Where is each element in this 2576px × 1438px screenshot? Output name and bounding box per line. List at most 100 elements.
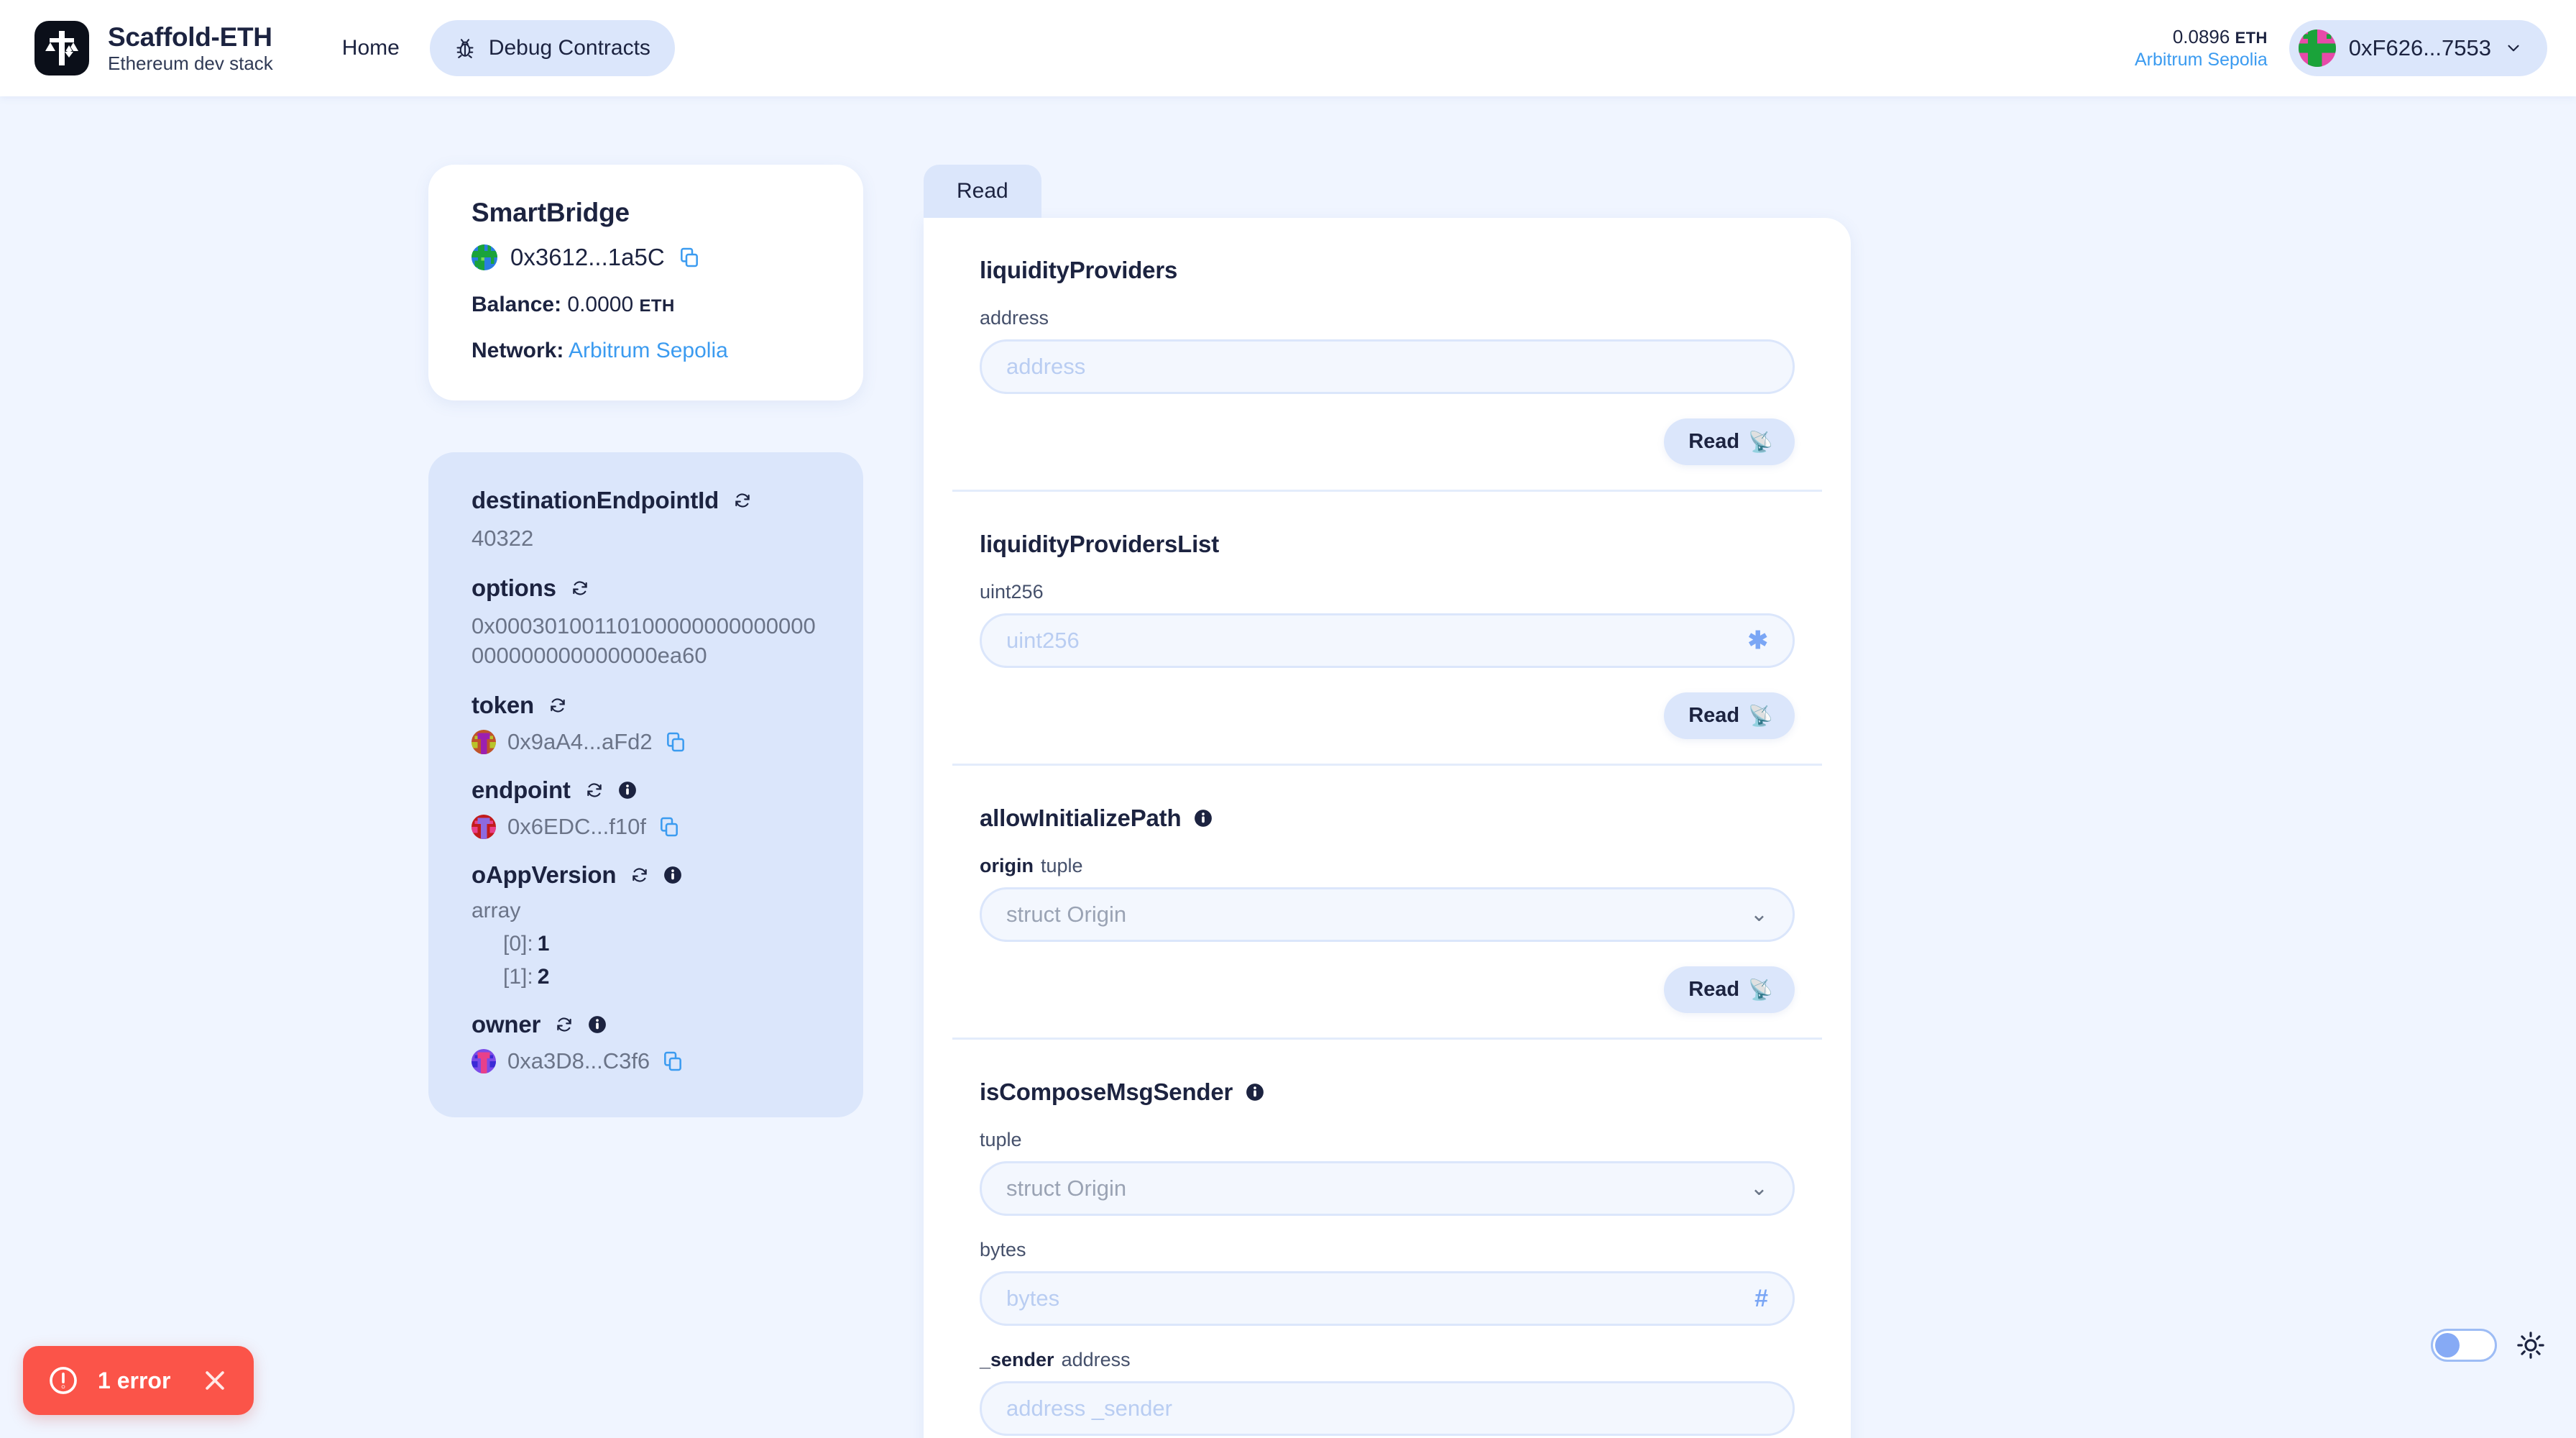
copy-icon[interactable]	[664, 731, 687, 754]
function-name: isComposeMsgSender	[980, 1078, 1233, 1105]
field-label: address	[980, 307, 1795, 329]
refresh-icon[interactable]	[630, 866, 649, 884]
bug-icon	[456, 39, 474, 58]
variable-address: 0xa3D8...C3f6	[507, 1048, 650, 1073]
chevron-down-icon[interactable]: ⌄	[1750, 904, 1768, 925]
refresh-icon[interactable]	[733, 491, 752, 510]
variable-header: owner	[472, 1011, 820, 1038]
nav-item-debug-contracts[interactable]: Debug Contracts	[429, 20, 675, 76]
sun-icon[interactable]	[2516, 1330, 2546, 1360]
satellite-dish-icon: 📡	[1748, 979, 1773, 1001]
satellite-dish-icon: 📡	[1748, 705, 1773, 727]
read-button-label: Read	[1688, 704, 1740, 727]
theme-toggle-knob	[2435, 1333, 2460, 1357]
theme-toggle[interactable]	[2431, 1329, 2497, 1362]
brand-title: Scaffold-ETH	[108, 22, 272, 52]
contract-info-card: SmartBridge 0x3612...1a5C Balance: 0.000…	[428, 165, 863, 400]
variable-header: oAppVersion	[472, 861, 820, 889]
account-address: 0xF626...7553	[2348, 35, 2491, 60]
variable-name: token	[472, 691, 535, 718]
account-dropdown-button[interactable]: 0xF626...7553	[2288, 20, 2547, 76]
function-isComposeMsgSender: isComposeMsgSender tuple struct Origin ⌄ byt…	[952, 1040, 1822, 1438]
variable-type-label: array	[472, 898, 521, 922]
satellite-dish-icon: 📡	[1748, 431, 1773, 453]
variable-name: owner	[472, 1010, 541, 1038]
variable-name: options	[472, 574, 556, 602]
refresh-icon[interactable]	[555, 1015, 574, 1034]
account-avatar-blockie	[2298, 29, 2336, 67]
function-name: liquidityProvidersList	[980, 531, 1219, 557]
contract-balance-value: 0.0000	[567, 293, 634, 316]
param-type: address	[1061, 1349, 1131, 1370]
copy-icon[interactable]	[678, 246, 701, 269]
info-icon[interactable]	[1246, 1083, 1264, 1102]
info-icon[interactable]	[1194, 809, 1213, 828]
tab-read[interactable]: Read	[924, 165, 1041, 218]
input-bytes[interactable]: bytes #	[980, 1271, 1795, 1326]
variable-name: oAppVersion	[472, 861, 617, 888]
variable-endpoint: endpoint 0x6EDC...f10f	[472, 777, 820, 840]
close-icon[interactable]	[201, 1366, 229, 1395]
refresh-icon[interactable]	[585, 781, 604, 800]
header-right: 0.0896 ETH Arbitrum Sepolia 0xF626...755…	[2135, 20, 2547, 76]
brand[interactable]: Scaffold-ETH Ethereum dev stack	[34, 21, 273, 75]
chevron-down-icon	[2508, 45, 2519, 52]
input-placeholder: address _sender	[1006, 1396, 1172, 1421]
field-label: _sender address	[980, 1349, 1795, 1371]
read-button[interactable]: Read 📡	[1664, 692, 1795, 739]
variable-name: endpoint	[472, 776, 571, 803]
error-toast: 1 error	[23, 1346, 254, 1415]
function-name: liquidityProviders	[980, 257, 1178, 283]
variable-address: 0x6EDC...f10f	[507, 813, 646, 839]
copy-icon[interactable]	[658, 815, 681, 838]
input-placeholder: uint256	[1006, 628, 1080, 653]
field-label: bytes	[980, 1239, 1795, 1261]
variable-token: token 0x9aA4...aFd2	[472, 692, 820, 755]
variable-value: 40322	[472, 526, 534, 551]
field-address: address address	[952, 307, 1822, 394]
wallet-network-label: Arbitrum Sepolia	[2134, 49, 2268, 70]
read-button-label: Read	[1688, 430, 1740, 453]
variable-avatar-blockie	[472, 1048, 496, 1073]
function-actions: Read 📡	[952, 966, 1822, 1013]
multiply-icon[interactable]: ✱	[1748, 628, 1769, 653]
array-item: [1]: 2	[503, 964, 550, 989]
scaffold-eth-logo-icon	[34, 21, 89, 75]
read-button[interactable]: Read 📡	[1664, 418, 1795, 465]
contract-network-row: Network: Arbitrum Sepolia	[472, 339, 820, 363]
read-button[interactable]: Read 📡	[1664, 966, 1795, 1013]
function-title-row: isComposeMsgSender	[952, 1078, 1822, 1106]
field-label: origin tuple	[980, 855, 1795, 877]
variable-header: token	[472, 692, 820, 719]
contract-address-row: 0x3612...1a5C	[472, 244, 820, 271]
info-icon[interactable]	[663, 866, 682, 884]
variable-address-row: 0x6EDC...f10f	[472, 814, 820, 840]
error-toast-text: 1 error	[98, 1367, 171, 1393]
hash-icon[interactable]: #	[1754, 1286, 1768, 1311]
chevron-down-icon[interactable]: ⌄	[1750, 1178, 1768, 1199]
nav-item-home[interactable]: Home	[318, 20, 424, 76]
copy-icon[interactable]	[661, 1050, 684, 1073]
wallet-balance-amount: 0.0896 ETH	[2172, 26, 2268, 48]
variable-header: options	[472, 574, 820, 602]
refresh-icon[interactable]	[571, 579, 589, 597]
right-column: Read liquidityProviders address address Rea…	[924, 165, 1851, 1438]
input-uint256[interactable]: uint256 ✱	[980, 613, 1795, 668]
info-icon[interactable]	[618, 781, 637, 800]
input-placeholder: bytes	[1006, 1286, 1060, 1311]
select-tuple[interactable]: struct Origin ⌄	[980, 1161, 1795, 1216]
function-title-row: liquidityProvidersList	[952, 531, 1822, 558]
function-liquidityProviders: liquidityProviders address address Read 📡	[952, 218, 1822, 492]
input-address[interactable]: address	[980, 339, 1795, 394]
param-type: address	[980, 307, 1049, 329]
page-body: SmartBridge 0x3612...1a5C Balance: 0.000…	[0, 96, 2576, 1438]
refresh-icon[interactable]	[548, 696, 567, 715]
select-origin[interactable]: struct Origin ⌄	[980, 887, 1795, 942]
contract-avatar-blockie	[472, 244, 497, 270]
wallet-balance: 0.0896 ETH Arbitrum Sepolia	[2135, 25, 2268, 71]
variable-address: 0x9aA4...aFd2	[507, 728, 653, 754]
info-icon[interactable]	[588, 1015, 607, 1034]
variable-name: destinationEndpointId	[472, 487, 719, 513]
input-_sender[interactable]: address _sender	[980, 1381, 1795, 1436]
contract-network-value[interactable]: Arbitrum Sepolia	[569, 339, 728, 362]
